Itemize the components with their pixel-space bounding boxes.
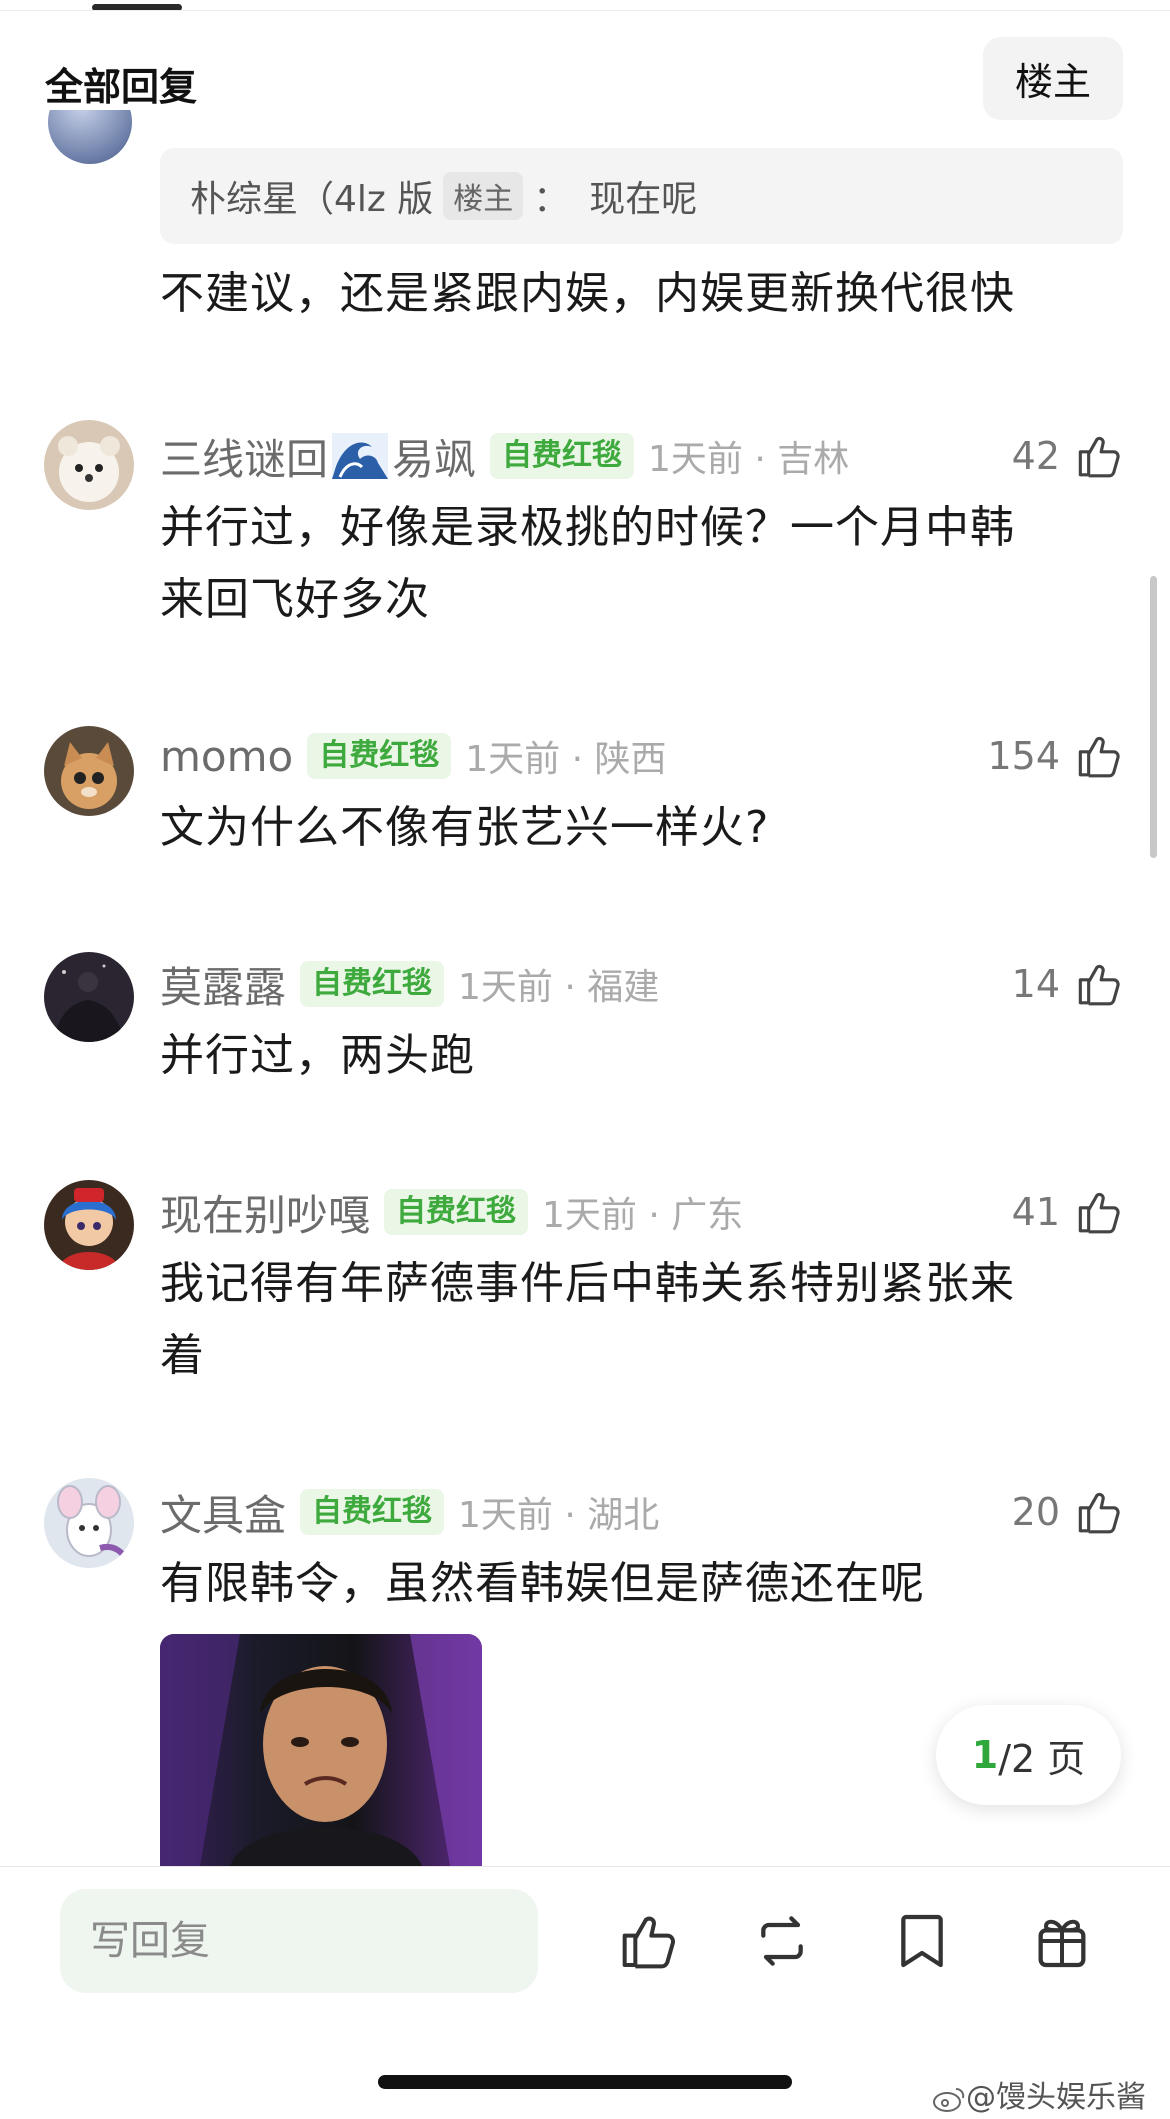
watermark: @馒头娱乐酱 [932,2072,1146,2116]
page-title: 全部回复 [45,65,198,109]
op-only-button[interactable]: 楼主 [983,37,1123,120]
status-badge: 自费红毯 [307,733,452,779]
username[interactable]: momo [160,732,293,781]
scrollbar[interactable] [1150,576,1157,858]
username[interactable]: 三线谜回 [160,426,328,487]
gift-icon[interactable] [1030,1909,1094,1973]
like-icon [1078,436,1120,478]
timestamp-location: 1天前 · 湖北 [458,1495,660,1536]
timestamp-location: 1天前 · 福建 [458,967,660,1008]
like-button[interactable]: 20 [1012,1484,1122,1540]
like-button[interactable]: 154 [987,728,1122,784]
comment-text: 我记得有年萨德事件后中韩关系特别紧张来 着 [160,1248,1110,1392]
comment-meta: 三线谜回 易飒 自费红毯 1天前 · 吉林 [160,428,849,484]
like-icon [1078,964,1120,1006]
like-button[interactable]: 41 [1012,1184,1122,1240]
pagination-indicator[interactable]: 1/2 页 [936,1705,1121,1805]
like-count: 41 [1011,1190,1060,1234]
timestamp-location: 1天前 · 吉林 [648,439,850,480]
home-indicator [378,2075,792,2089]
like-icon[interactable] [614,1909,678,1973]
avatar[interactable] [44,952,134,1042]
username[interactable]: 现在别吵嘎 [160,1182,370,1243]
comment-line: 我记得有年萨德事件后中韩关系特别紧张来 [160,1258,1015,1309]
avatar[interactable] [44,726,134,816]
comment-text: 并行过，两头跑 [160,1020,1110,1092]
comment-line: 并行过，好像是录极挑的时候？一个月中韩 [160,502,1015,553]
total-pages: /2 页 [998,1736,1086,1781]
watermark-text: @馒头娱乐酱 [966,2080,1146,2115]
like-count: 154 [987,734,1060,778]
comment-line: 文为什么不像有张艺兴一样火? [160,802,770,853]
comment-meta: 现在别吵嘎 自费红毯 1天前 · 广东 [160,1184,743,1240]
quote-text: 现在呢 [589,179,698,220]
comment-line: 着 [160,1330,205,1381]
repost-icon[interactable] [750,1909,814,1973]
username[interactable]: 莫露露 [160,954,286,1015]
comment-image[interactable] [160,1634,482,1866]
top-divider [0,10,1170,11]
like-count: 42 [1011,434,1060,478]
comment-text: 文为什么不像有张艺兴一样火? [160,792,1110,864]
comment-meta: 文具盒 自费红毯 1天前 · 湖北 [160,1484,659,1540]
comment-line: 有限韩令，虽然看韩娱但是萨德还在呢 [160,1558,925,1609]
like-icon [1078,1492,1120,1534]
quote-author: 朴综星（4lz 版 [190,179,434,220]
comment-meta: momo 自费红毯 1天前 · 陕西 [160,728,666,784]
like-icon [1078,736,1120,778]
timestamp-location: 1天前 · 陕西 [465,739,667,780]
avatar[interactable] [44,1478,134,1568]
comment-line: 并行过，两头跑 [160,1030,475,1081]
like-button[interactable]: 14 [1012,956,1122,1012]
like-count: 20 [1011,1490,1060,1534]
avatar[interactable] [44,1180,134,1270]
username-suffix[interactable]: 易飒 [392,426,476,487]
replies-header: 全部回复 楼主 [0,28,1170,128]
timestamp-location: 1天前 · 广东 [542,1195,744,1236]
status-badge: 自费红毯 [384,1189,529,1235]
comment-meta: 莫露露 自费红毯 1天前 · 福建 [160,956,659,1012]
bookmark-icon[interactable] [890,1909,954,1973]
status-badge: 自费红毯 [300,961,445,1007]
status-badge: 自费红毯 [490,433,635,479]
like-count: 14 [1011,962,1060,1006]
avatar[interactable] [48,110,132,164]
status-badge: 自费红毯 [300,1489,445,1535]
op-tag: 楼主 [443,172,524,220]
comment-text: 并行过，好像是录极挑的时候？一个月中韩 来回飞好多次 [160,492,1110,636]
quote-separator: ： [533,179,570,220]
username[interactable]: 文具盒 [160,1482,286,1543]
reply-text: 不建议，还是紧跟内娱，内娱更新换代很快 [160,268,1015,319]
avatar[interactable] [44,420,134,510]
comment-line: 来回飞好多次 [160,574,430,625]
quoted-reply[interactable]: 朴综星（4lz 版 楼主 ： 现在呢 [160,148,1123,244]
reply-input[interactable] [60,1889,538,1993]
weibo-icon [933,2087,965,2112]
like-icon [1078,1192,1120,1234]
like-button[interactable]: 42 [1012,428,1122,484]
wave-emoji-icon [332,433,389,479]
comment-text: 有限韩令，虽然看韩娱但是萨德还在呢 [160,1548,1110,1620]
current-page: 1 [971,1733,999,1777]
